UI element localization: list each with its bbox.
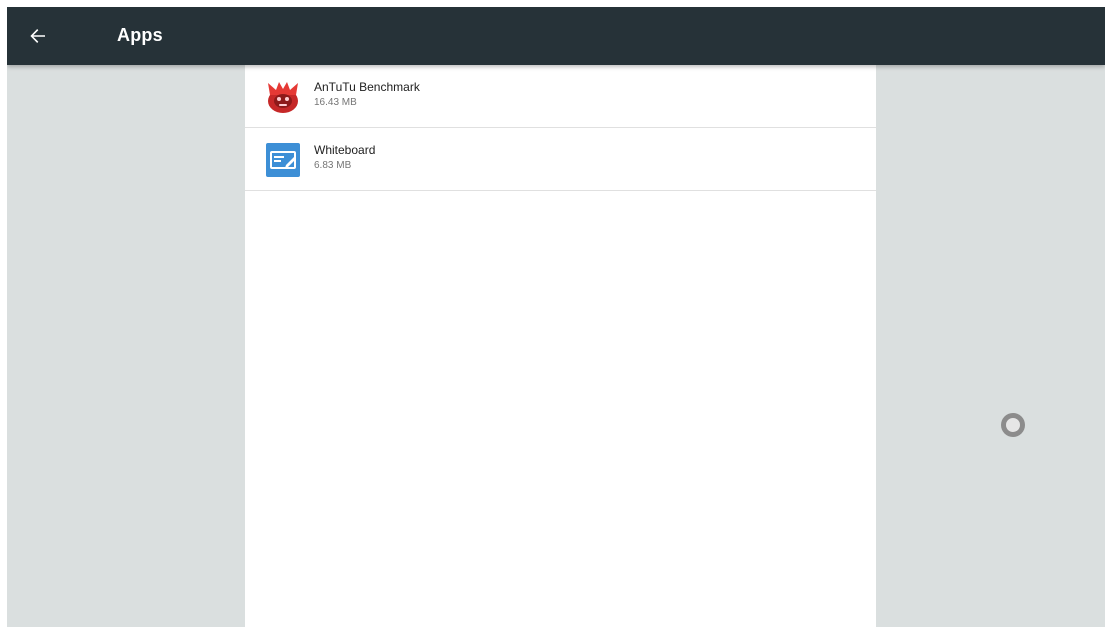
app-name: Whiteboard [314,143,376,157]
list-item-antutu[interactable]: AnTuTu Benchmark 16.43 MB [245,65,876,128]
list-item-whiteboard[interactable]: Whiteboard 6.83 MB [245,128,876,191]
whiteboard-icon [266,143,300,177]
app-name: AnTuTu Benchmark [314,80,420,94]
screen: Apps AnTuTu Benchmark 16.43 MB Whiteboar… [7,7,1105,627]
app-size: 16.43 MB [314,97,357,108]
home-circle-icon[interactable] [1001,413,1025,437]
frame-border-left [0,0,7,627]
antutu-icon [268,82,298,113]
device-frame: Apps AnTuTu Benchmark 16.43 MB Whiteboar… [0,0,1107,627]
arrow-back-icon [30,29,45,43]
page-title: Apps [117,25,163,45]
back-button[interactable] [23,21,53,51]
app-size: 6.83 MB [314,160,352,171]
frame-border-top [0,0,1107,7]
app-toolbar: Apps [7,7,1105,65]
apps-list: AnTuTu Benchmark 16.43 MB Whiteboard 6.8… [245,65,876,627]
